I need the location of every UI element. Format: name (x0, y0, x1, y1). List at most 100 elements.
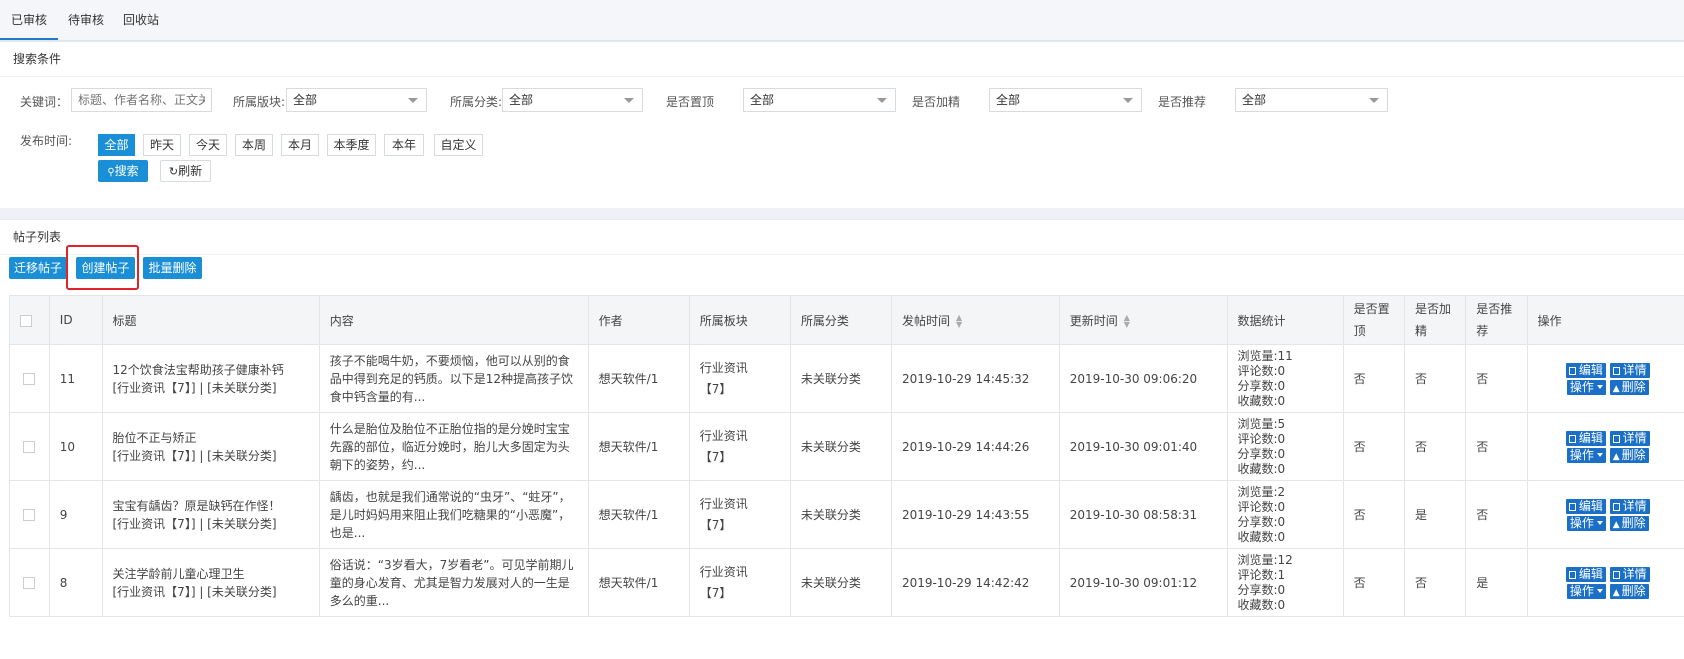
essence-select[interactable]: 全部 (989, 88, 1142, 112)
row-checkbox[interactable] (10, 413, 50, 481)
operate-dropdown[interactable]: 操作 (1567, 516, 1606, 531)
col-author: 作者 (588, 296, 689, 345)
delete-button[interactable]: ▲删除 (1610, 516, 1649, 531)
search-panel: 搜索条件 (0, 41, 1684, 209)
move-posts-button[interactable]: 迁移帖子 (9, 257, 67, 279)
row-checkbox[interactable] (10, 549, 50, 617)
cell-block: 行业资讯【7】 (689, 549, 790, 617)
warning-icon: ▲ (1613, 518, 1620, 533)
time-filter-year[interactable]: 本年 (384, 134, 424, 156)
col-post-time[interactable]: 发帖时间▲▼ (891, 296, 1059, 345)
sort-icon[interactable]: ▲▼ (1124, 314, 1130, 328)
detail-button[interactable]: 详情 (1610, 431, 1650, 446)
table-header-row: ID 标题 内容 作者 所属板块 所属分类 发帖时间▲▼ 更新时间▲▼ 数据统计… (10, 296, 1684, 345)
delete-button[interactable]: ▲删除 (1610, 584, 1649, 599)
caret-down-icon (1597, 589, 1603, 593)
refresh-icon: ↻ (169, 165, 178, 178)
cell-stats: 浏览量:12评论数:1分享数:0收藏数:0 (1227, 549, 1343, 617)
cell-is-essence: 否 (1404, 345, 1465, 413)
row-checkbox[interactable] (10, 345, 50, 413)
time-filter-quarter[interactable]: 本季度 (327, 134, 376, 156)
cell-is-top: 否 (1343, 481, 1404, 549)
cell-title[interactable]: 宝宝有龋齿？原是缺钙在作怪！[行业资讯【7】] | [未关联分类] (102, 481, 319, 549)
recommend-select[interactable]: 全部 (1235, 88, 1388, 112)
edit-button[interactable]: 编辑 (1566, 499, 1606, 514)
time-filter-week[interactable]: 本周 (235, 134, 273, 156)
warning-icon: ▲ (1613, 382, 1620, 397)
edit-button[interactable]: 编辑 (1566, 567, 1606, 582)
tab-recycle-bin[interactable]: 回收站 (114, 0, 168, 40)
row-checkbox[interactable] (10, 481, 50, 549)
cell-content: 什么是胎位及胎位不正胎位指的是分娩时宝宝先露的部位，临近分娩时，胎儿大多固定为头… (319, 413, 588, 481)
cell-is-essence: 否 (1404, 549, 1465, 617)
time-filter-custom[interactable]: 自定义 (434, 134, 483, 156)
col-category: 所属分类 (790, 296, 891, 345)
cell-actions: 编辑 详情 操作 ▲删除 (1527, 549, 1684, 617)
cell-category: 未关联分类 (790, 481, 891, 549)
chevron-down-icon (624, 98, 634, 103)
category-select[interactable]: 全部 (502, 88, 643, 112)
table-row: 11 12个饮食法宝帮助孩子健康补钙[行业资讯【7】] | [未关联分类] 孩子… (10, 345, 1684, 413)
cell-block: 行业资讯【7】 (689, 345, 790, 413)
cell-is-essence: 是 (1404, 481, 1465, 549)
col-content: 内容 (319, 296, 588, 345)
cell-block: 行业资讯【7】 (689, 481, 790, 549)
detail-button[interactable]: 详情 (1610, 363, 1650, 378)
detail-button[interactable]: 详情 (1610, 567, 1650, 582)
top-label: 是否置顶 (666, 93, 714, 110)
edit-button[interactable]: 编辑 (1566, 363, 1606, 378)
cell-is-top: 否 (1343, 345, 1404, 413)
edit-button[interactable]: 编辑 (1566, 431, 1606, 446)
delete-button[interactable]: ▲删除 (1610, 380, 1649, 395)
block-select[interactable]: 全部 (286, 88, 427, 112)
section-gap (0, 208, 1684, 219)
tab-approved[interactable]: 已审核 (0, 0, 58, 40)
delete-button[interactable]: ▲删除 (1610, 448, 1649, 463)
warning-icon: ▲ (1613, 450, 1620, 465)
table-row: 8 关注学龄前儿童心理卫生[行业资讯【7】] | [未关联分类] 俗话说：“3岁… (10, 549, 1684, 617)
cell-title[interactable]: 胎位不正与矫正[行业资讯【7】] | [未关联分类] (102, 413, 319, 481)
cell-actions: 编辑 详情 操作 ▲删除 (1527, 481, 1684, 549)
col-update-time[interactable]: 更新时间▲▼ (1059, 296, 1227, 345)
copy-icon (1569, 503, 1576, 511)
sort-icon[interactable]: ▲▼ (956, 314, 962, 328)
cell-title[interactable]: 关注学龄前儿童心理卫生[行业资讯【7】] | [未关联分类] (102, 549, 319, 617)
cell-post-time: 2019-10-29 14:42:42 (891, 549, 1059, 617)
cell-post-time: 2019-10-29 14:45:32 (891, 345, 1059, 413)
cell-category: 未关联分类 (790, 345, 891, 413)
copy-icon (1569, 571, 1576, 579)
keyword-input[interactable] (71, 88, 212, 112)
copy-icon (1613, 571, 1620, 579)
category-label: 所属分类: (450, 93, 502, 110)
cell-author: 想天软件/1 (588, 549, 689, 617)
cell-title[interactable]: 12个饮食法宝帮助孩子健康补钙[行业资讯【7】] | [未关联分类] (102, 345, 319, 413)
cell-post-time: 2019-10-29 14:44:26 (891, 413, 1059, 481)
warning-icon: ▲ (1613, 586, 1620, 601)
select-all-checkbox[interactable] (10, 296, 50, 345)
detail-button[interactable]: 详情 (1610, 499, 1650, 514)
cell-is-top: 否 (1343, 413, 1404, 481)
col-block: 所属板块 (689, 296, 790, 345)
operate-dropdown[interactable]: 操作 (1567, 448, 1606, 463)
operate-dropdown[interactable]: 操作 (1567, 380, 1606, 395)
cell-id: 10 (49, 413, 102, 481)
batch-delete-button[interactable]: 批量删除 (143, 257, 202, 279)
cell-post-time: 2019-10-29 14:43:55 (891, 481, 1059, 549)
search-button[interactable]: ⚲搜索 (98, 160, 148, 182)
cell-is-recommend: 否 (1466, 345, 1527, 413)
operate-dropdown[interactable]: 操作 (1567, 584, 1606, 599)
tab-pending[interactable]: 待审核 (58, 0, 114, 40)
time-filter-all[interactable]: 全部 (98, 134, 135, 156)
time-filter-month[interactable]: 本月 (281, 134, 319, 156)
block-label: 所属版块: (233, 93, 285, 110)
top-tab-bar: 已审核 待审核 回收站 (0, 0, 1684, 41)
top-select[interactable]: 全部 (743, 88, 896, 112)
cell-update-time: 2019-10-30 09:01:12 (1059, 549, 1227, 617)
caret-down-icon (1597, 385, 1603, 389)
time-filter-today[interactable]: 今天 (189, 134, 227, 156)
cell-block: 行业资讯【7】 (689, 413, 790, 481)
cell-update-time: 2019-10-30 09:06:20 (1059, 345, 1227, 413)
time-filter-yesterday[interactable]: 昨天 (143, 134, 181, 156)
refresh-button[interactable]: ↻刷新 (160, 160, 211, 182)
cell-content: 龋齿，也就是我们通常说的“虫牙”、“蛀牙”，是儿时妈妈用来阻止我们吃糖果的“小恶… (319, 481, 588, 549)
